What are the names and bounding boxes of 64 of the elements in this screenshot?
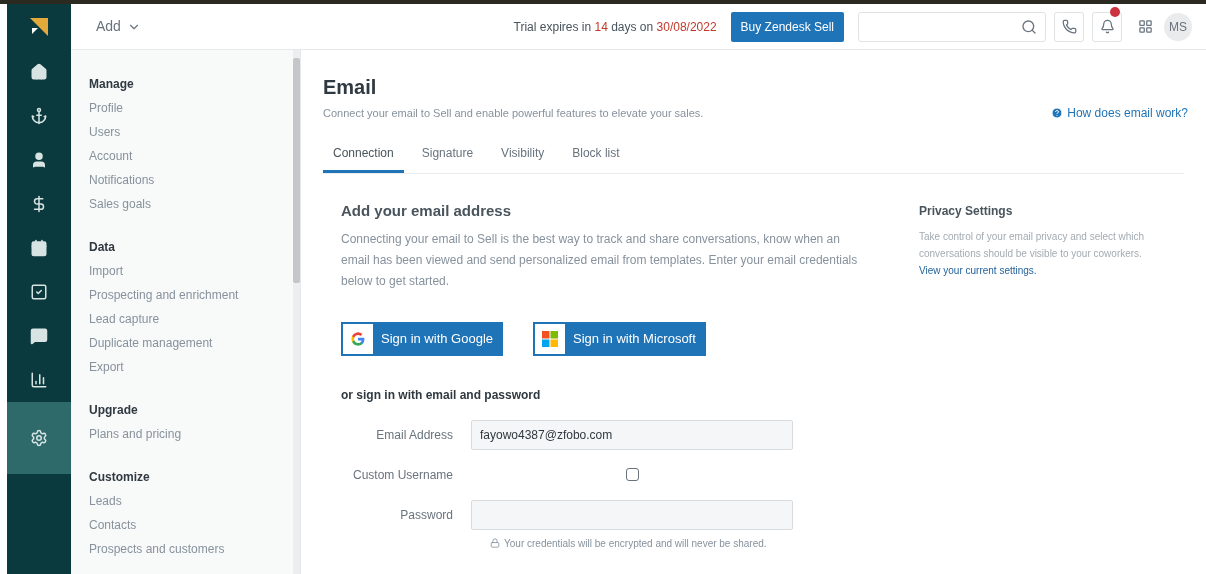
tab[interactable]: Connection	[323, 142, 404, 173]
sidebar-item[interactable]: Notifications	[89, 168, 293, 192]
sidebar-item[interactable]: Prospects and customers	[89, 537, 293, 561]
microsoft-icon	[542, 330, 558, 347]
privacy-settings-link[interactable]: View your current settings.	[919, 262, 1159, 279]
field-label: Custom Username	[351, 466, 454, 484]
scrollbar[interactable]	[293, 50, 300, 574]
email-input[interactable]: fayowo4387@zfobo.com	[471, 419, 793, 450]
sidebar-item[interactable]: Profile	[89, 96, 293, 120]
person-icon	[30, 151, 48, 169]
privacy-heading: Privacy Settings	[919, 203, 1014, 220]
buy-button[interactable]: Buy Zendesk Sell	[730, 11, 844, 42]
chat-icon	[30, 327, 48, 345]
phone-icon	[1061, 19, 1077, 34]
sidebar-item[interactable]: Contacts	[89, 513, 293, 537]
help-icon	[1051, 107, 1064, 119]
logo-icon	[28, 16, 50, 38]
field-label: Email Address	[375, 426, 454, 444]
sidebar-item[interactable]: Account	[89, 144, 293, 168]
section-description: Connecting your email to Sell is the best way to track and share conversations, know when an email has been viewed and send personalized email from templates. Enter your email credentials below to get started.	[341, 230, 859, 290]
tab[interactable]: Visibility	[491, 142, 555, 173]
checkbox[interactable]	[625, 468, 639, 481]
field-label: Password	[399, 506, 454, 524]
sidebar-item[interactable]: Plans and pricing	[89, 422, 293, 446]
sidebar-heading: Upgrade	[89, 402, 139, 419]
page-title: Email	[323, 75, 378, 100]
sidebar-heading: Customize	[89, 469, 151, 486]
user-avatar[interactable]: MS	[1164, 12, 1192, 41]
sidebar-item[interactable]: Sales goals	[89, 192, 293, 216]
grid-icon	[1137, 19, 1153, 34]
home-icon	[30, 63, 48, 81]
lock-icon	[490, 538, 500, 548]
tab[interactable]: Signature	[411, 142, 484, 173]
privacy-description: Take control of your email privacy and select which conversations should be visible to your coworkers.	[919, 230, 1146, 261]
sidebar-item[interactable]: Export	[89, 355, 293, 379]
bar-chart-icon	[30, 371, 48, 389]
sidebar-heading: Data	[89, 239, 116, 256]
sidebar-item[interactable]: Import	[89, 259, 293, 283]
bell-icon	[1099, 19, 1115, 34]
section-heading: Add your email address	[341, 201, 513, 221]
sign-in-button[interactable]: Sign in with Google	[341, 321, 503, 356]
google-icon	[350, 330, 366, 347]
settings-icon	[30, 429, 48, 447]
anchor-icon	[30, 107, 48, 125]
sign-in-button[interactable]: Sign in with Microsoft	[533, 321, 706, 356]
trial-notice: Trial expires in 14 days on 30/08/2022	[513, 18, 717, 36]
sidebar-item[interactable]: Lead capture	[89, 307, 293, 331]
search-field[interactable]	[858, 11, 1046, 42]
phone-button[interactable]	[1054, 11, 1084, 42]
sidebar-heading: Manage	[89, 76, 135, 93]
help-link[interactable]: How does email work?	[1051, 104, 1188, 122]
sidebar-item[interactable]: Users	[89, 120, 293, 144]
security-note: Your credentials will be encrypted and will never be shared.	[504, 536, 767, 551]
add-menu[interactable]: Add	[96, 16, 141, 37]
sidebar-item[interactable]: Prospecting and enrichment	[89, 283, 293, 307]
checkbox-icon	[30, 283, 48, 301]
tab[interactable]: Block list	[562, 142, 630, 173]
password-input[interactable]	[471, 499, 793, 530]
page-subtitle: Connect your email to Sell and enable powerful features to elevate your sales.	[323, 105, 704, 121]
sidebar-item[interactable]: Duplicate management	[89, 331, 293, 355]
search-icon	[1021, 18, 1037, 35]
calendar-icon	[30, 239, 48, 257]
alt-sign-in-label: or sign in with email and password	[341, 386, 542, 404]
sidebar-item[interactable]: Leads	[89, 489, 293, 513]
